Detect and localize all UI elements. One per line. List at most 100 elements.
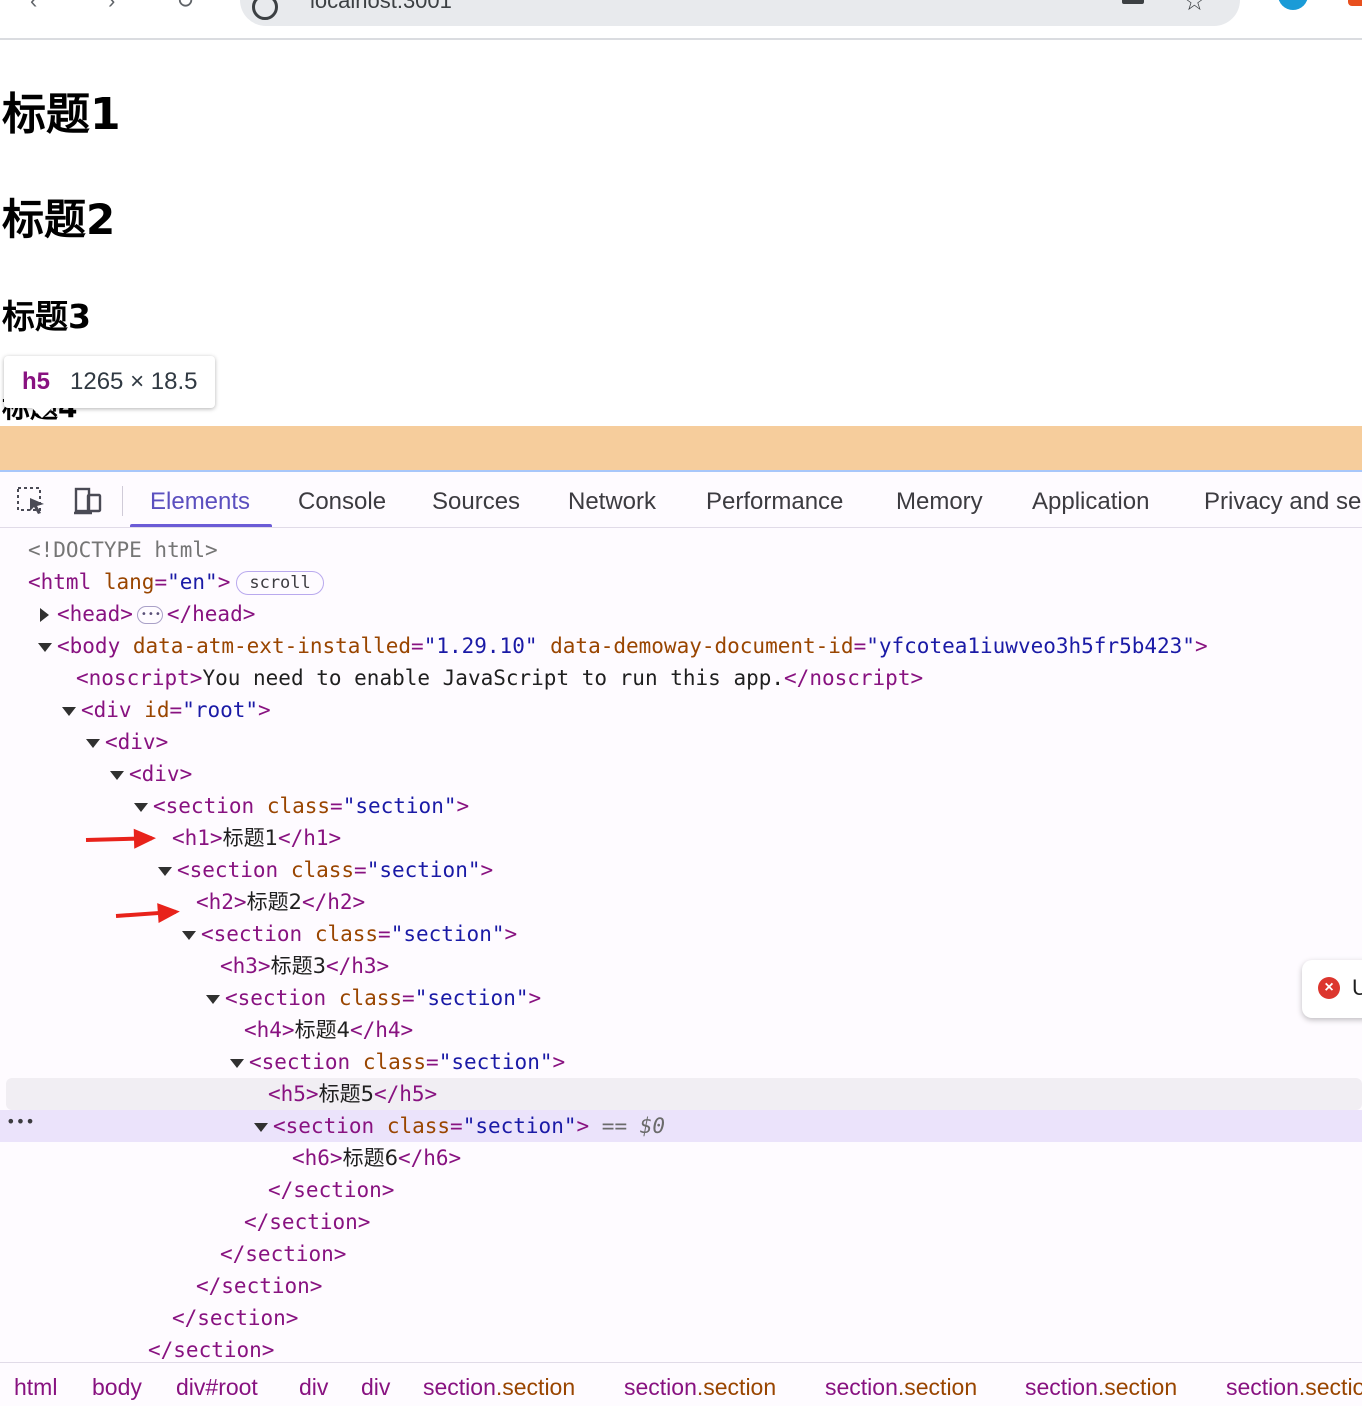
div-open-tag: <div> [105, 730, 169, 754]
section-open-tag: <section [273, 1114, 375, 1138]
scroll-badge[interactable]: scroll [236, 571, 324, 595]
collapsed-ellipsis-icon[interactable] [136, 599, 163, 631]
tree-row-section[interactable]: <section class="section"> [0, 982, 1362, 1014]
collapse-arrow-icon[interactable] [158, 866, 172, 876]
attr-value: "section" [342, 794, 457, 818]
collapse-arrow-icon[interactable] [254, 1122, 268, 1132]
collapse-arrow-icon[interactable] [230, 1058, 244, 1068]
h4-text: 标题4 [294, 1018, 350, 1042]
tree-row-section-close[interactable]: </section> [0, 1270, 1362, 1302]
tree-row-section-close[interactable]: </section> [0, 1206, 1362, 1238]
tab-memory[interactable]: Memory [896, 472, 983, 527]
tree-row-h3[interactable]: <h3>标题3</h3> [0, 950, 1362, 982]
breadcrumb-item[interactable]: body [92, 1363, 142, 1406]
tree-row-body[interactable]: <body data-atm-ext-installed="1.29.10" d… [0, 630, 1362, 662]
tab-privacy-security[interactable]: Privacy and security [1204, 472, 1362, 527]
tree-row-h2[interactable]: <h2>标题2</h2> [0, 886, 1362, 918]
error-toast[interactable]: × U [1302, 960, 1362, 1018]
tab-console[interactable]: Console [298, 472, 386, 527]
attr-value: "section" [438, 1050, 553, 1074]
device-toolbar-icon[interactable] [72, 486, 104, 516]
h5-text: 标题5 [318, 1082, 374, 1106]
h3-open-tag: <h3> [220, 954, 271, 978]
tab-application[interactable]: Application [1032, 472, 1149, 527]
breadcrumb-item[interactable]: div [299, 1363, 328, 1406]
collapse-arrow-icon[interactable] [134, 802, 148, 812]
tree-row-div[interactable]: <div> [0, 726, 1362, 758]
url-text[interactable]: localhost:3001 [310, 0, 452, 14]
inspect-element-icon[interactable] [16, 486, 48, 516]
install-app-icon[interactable] [1122, 0, 1144, 4]
forward-icon[interactable]: › [108, 0, 132, 13]
h5-open-tag: <h5> [268, 1082, 319, 1106]
section-open-tag: <section [201, 922, 303, 946]
tree-row-noscript[interactable]: <noscript>You need to enable JavaScript … [0, 662, 1362, 694]
collapse-arrow-icon[interactable] [182, 930, 196, 940]
tree-row-div[interactable]: <div> [0, 758, 1362, 790]
section-open-tag: <section [177, 858, 279, 882]
tree-row-h6[interactable]: <h6>标题6</h6> [0, 1142, 1362, 1174]
breadcrumb-item[interactable]: section.section [825, 1363, 977, 1406]
address-bar[interactable]: localhost:3001 ☆ [240, 0, 1240, 26]
breadcrumb-item[interactable]: section.section [1025, 1363, 1177, 1406]
tree-row-section[interactable]: <section class="section"> [0, 790, 1362, 822]
tree-row-h1[interactable]: <h1>标题1</h1> [0, 822, 1362, 854]
tree-row-section-close[interactable]: </section> [0, 1302, 1362, 1334]
tree-row-section-close[interactable]: </section> [0, 1238, 1362, 1270]
collapse-arrow-icon[interactable] [110, 770, 124, 780]
bookmark-star-icon[interactable]: ☆ [1183, 0, 1206, 17]
noscript-open-tag: <noscript> [76, 666, 203, 690]
html-open-tag: <html [28, 570, 92, 594]
tab-network[interactable]: Network [568, 472, 656, 527]
extension-icon[interactable] [1348, 0, 1362, 6]
tree-row-section-selected[interactable]: ••• <section class="section"> == $0 [0, 1110, 1362, 1142]
tree-row-section-close[interactable]: </section> [0, 1174, 1362, 1206]
breadcrumb-item[interactable]: div [361, 1363, 390, 1406]
head-open-tag: <head> [57, 602, 133, 626]
devtools-tabbar: Elements Console Sources Network Perform… [0, 472, 1362, 528]
attr-name: class [314, 922, 379, 946]
section-open-tag: <section [153, 794, 255, 818]
tree-row-section-close[interactable]: </section> [0, 1334, 1362, 1362]
h4-close-tag: </h4> [349, 1018, 414, 1042]
tree-row-doctype[interactable]: <!DOCTYPE html> [0, 534, 1362, 566]
h4-open-tag: <h4> [244, 1018, 295, 1042]
collapse-arrow-icon[interactable] [62, 706, 76, 716]
tab-performance[interactable]: Performance [706, 472, 843, 527]
site-info-icon[interactable] [252, 0, 278, 20]
tree-row-section[interactable]: <section class="section"> [0, 918, 1362, 950]
noscript-close-tag: </noscript> [784, 666, 924, 690]
h1-open-tag: <h1> [172, 826, 223, 850]
attr-name: class [338, 986, 403, 1010]
annotation-arrow [85, 836, 153, 842]
collapse-arrow-icon[interactable] [206, 994, 220, 1004]
tree-row-section[interactable]: <section class="section"> [0, 854, 1362, 886]
tree-row-section[interactable]: <section class="section"> [0, 1046, 1362, 1078]
section-close-tag: </section> [220, 1242, 347, 1266]
h1-close-tag: </h1> [277, 826, 342, 850]
extension-icon[interactable] [1278, 0, 1308, 10]
breadcrumb-item[interactable]: div#root [176, 1363, 258, 1406]
reload-icon[interactable]: ↻ [176, 0, 200, 13]
row-more-icon[interactable]: ••• [6, 1106, 35, 1138]
back-icon[interactable]: ‹ [30, 0, 54, 13]
breadcrumb-item[interactable]: html [14, 1363, 57, 1406]
tree-row-h5-hovered[interactable]: <h5>标题5</h5> [6, 1078, 1362, 1110]
tab-sources[interactable]: Sources [432, 472, 520, 527]
collapse-arrow-icon[interactable] [38, 642, 52, 652]
attr-name: class [266, 794, 331, 818]
tree-row-h4[interactable]: <h4>标题4</h4> [0, 1014, 1362, 1046]
tab-elements[interactable]: Elements [129, 472, 273, 527]
tree-row-head[interactable]: <head> </head> [0, 598, 1362, 631]
h2-close-tag: </h2> [301, 890, 366, 914]
tree-row-html[interactable]: <html lang="en"> scroll [0, 566, 1362, 598]
section-close-tag: </section> [268, 1178, 395, 1202]
collapse-arrow-icon[interactable] [86, 738, 100, 748]
breadcrumb-item[interactable]: section.section [1226, 1363, 1362, 1406]
h2-open-tag: <h2> [196, 890, 247, 914]
breadcrumb-item[interactable]: section.section [423, 1363, 575, 1406]
breadcrumb-item[interactable]: section.section [624, 1363, 776, 1406]
expand-arrow-icon[interactable] [40, 608, 49, 622]
attr-value: "section" [366, 858, 481, 882]
tree-row-div-root[interactable]: <div id="root"> [0, 694, 1362, 726]
